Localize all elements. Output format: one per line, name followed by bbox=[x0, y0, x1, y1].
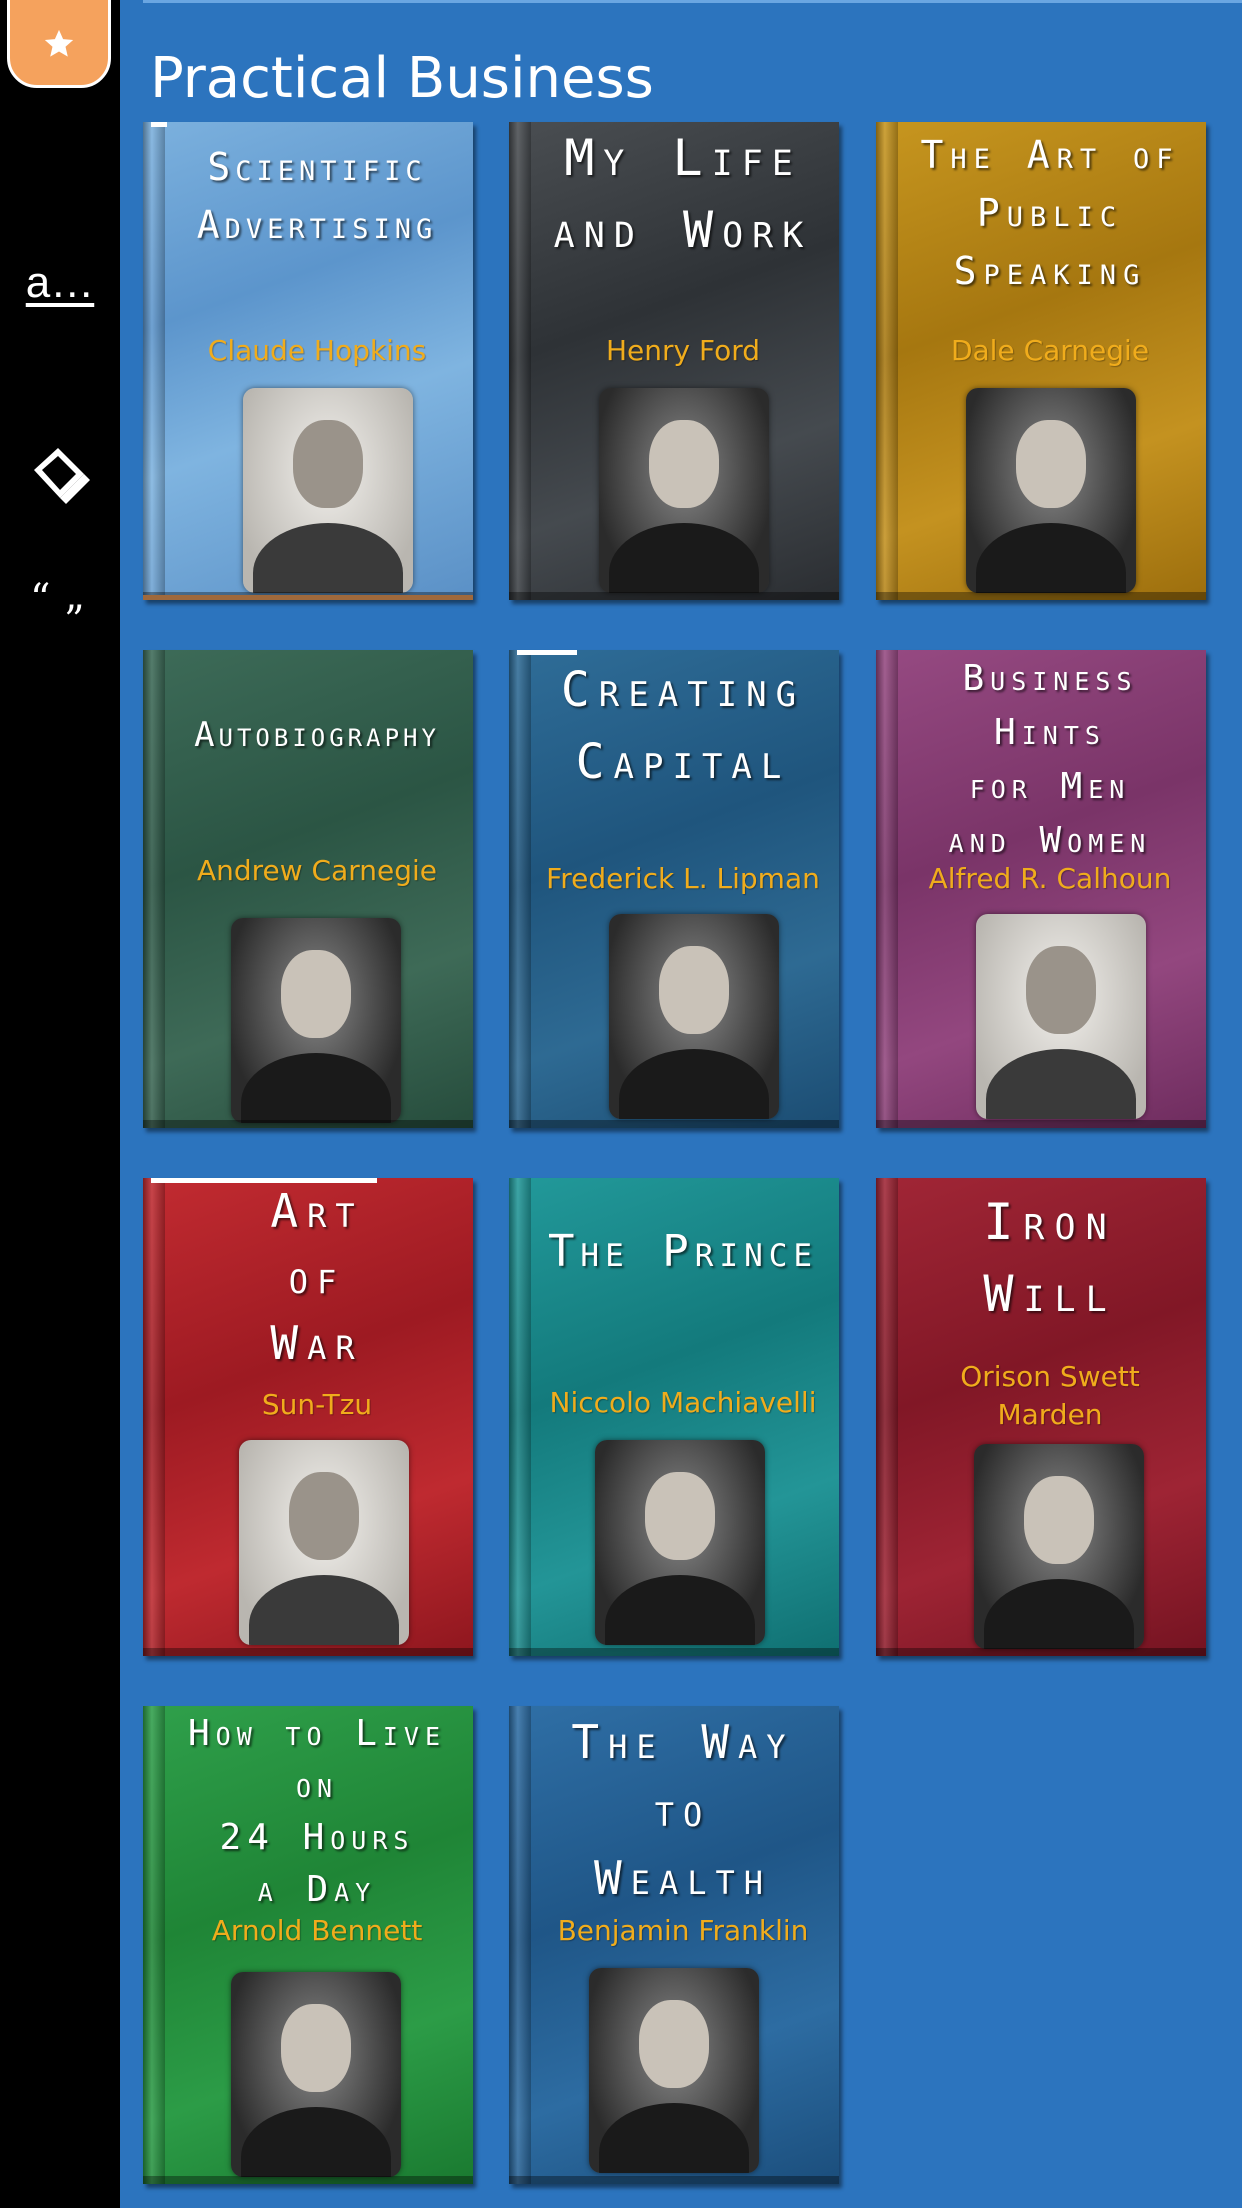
author-portrait bbox=[243, 388, 413, 593]
sidebar-text-link[interactable]: a… bbox=[0, 258, 120, 308]
book-title: Business Hints for Men and Women bbox=[948, 658, 1152, 861]
author-portrait bbox=[609, 914, 779, 1119]
book-the-way-to-wealth[interactable]: The Way to Wealth Benjamin Franklin bbox=[509, 1706, 839, 2184]
top-divider bbox=[143, 0, 1242, 3]
author-portrait bbox=[966, 388, 1136, 593]
book-title: Creating Capital bbox=[560, 662, 806, 790]
book-title: The Prince bbox=[547, 1226, 819, 1277]
book-how-to-live-on-24-hours-a-day[interactable]: How to Live on 24 Hours a Day Arnold Ben… bbox=[143, 1706, 473, 2184]
sidebar: a… “ ” bbox=[0, 0, 120, 2208]
author-portrait bbox=[589, 1968, 759, 2173]
book-title: How to Live on 24 Hours a Day bbox=[187, 1713, 447, 1910]
book-title: The Art of Public Speaking bbox=[920, 133, 1180, 293]
author-portrait bbox=[974, 1444, 1144, 1649]
author-portrait bbox=[976, 914, 1146, 1119]
author-portrait bbox=[239, 1440, 409, 1645]
author-portrait bbox=[595, 1440, 765, 1645]
book-title: Iron Will bbox=[983, 1193, 1117, 1323]
quote-close-glyph: ” bbox=[64, 598, 85, 644]
book-the-prince[interactable]: The Prince Niccolo Machiavelli bbox=[509, 1178, 839, 1656]
book-author: Frederick L. Lipman bbox=[546, 862, 820, 895]
book-title: My Life and Work bbox=[553, 129, 813, 259]
tag-icon[interactable] bbox=[24, 440, 96, 512]
book-author: Henry Ford bbox=[605, 334, 761, 367]
book-title: Scientific Advertising bbox=[196, 145, 438, 247]
book-title: The Way to Wealth bbox=[571, 1715, 795, 1905]
book-autobiography[interactable]: Autobiography Andrew Carnegie bbox=[143, 650, 473, 1128]
section-title: Practical Business bbox=[150, 46, 654, 111]
book-author: Orison Swett Marden bbox=[960, 1360, 1140, 1431]
book-author: Sun-Tzu bbox=[261, 1388, 373, 1421]
book-title: Autobiography bbox=[194, 715, 440, 755]
book-scientific-advertising[interactable]: Scientific Advertising Claude Hopkins bbox=[143, 122, 473, 600]
book-business-hints-for-men-and-women[interactable]: Business Hints for Men and Women Alfred … bbox=[876, 650, 1206, 1128]
book-the-art-of-public-speaking[interactable]: The Art of Public Speaking Dale Carnegie bbox=[876, 122, 1206, 600]
book-my-life-and-work[interactable]: My Life and Work Henry Ford bbox=[509, 122, 839, 600]
book-author: Claude Hopkins bbox=[207, 334, 427, 367]
book-author: Andrew Carnegie bbox=[196, 854, 438, 887]
book-title: Art of War bbox=[270, 1184, 364, 1370]
favorites-button[interactable] bbox=[7, 0, 111, 88]
author-portrait bbox=[231, 1972, 401, 2177]
author-portrait bbox=[599, 388, 769, 593]
book-art-of-war[interactable]: Art of War Sun-Tzu bbox=[143, 1178, 473, 1656]
book-author: Dale Carnegie bbox=[950, 334, 1150, 367]
reading-progress-bar bbox=[151, 122, 167, 127]
author-portrait bbox=[231, 918, 401, 1123]
book-author: Niccolo Machiavelli bbox=[549, 1386, 817, 1419]
book-author: Arnold Bennett bbox=[211, 1914, 423, 1947]
quote-open-glyph: “ bbox=[30, 576, 51, 622]
book-creating-capital[interactable]: Creating Capital Frederick L. Lipman bbox=[509, 650, 839, 1128]
quote-icon[interactable]: “ ” bbox=[26, 576, 96, 650]
book-author: Alfred R. Calhoun bbox=[928, 862, 1172, 895]
book-iron-will[interactable]: Iron Will Orison Swett Marden bbox=[876, 1178, 1206, 1656]
book-author: Benjamin Franklin bbox=[557, 1914, 809, 1947]
star-icon bbox=[44, 29, 74, 57]
selected-indicator bbox=[143, 595, 473, 600]
